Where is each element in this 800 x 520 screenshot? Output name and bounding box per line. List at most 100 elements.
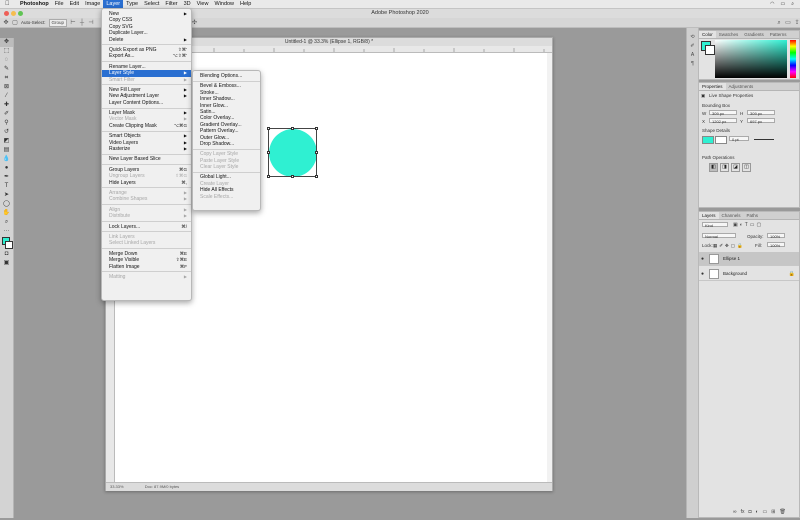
history-brush-tool-icon[interactable]: ↺ — [0, 128, 13, 137]
combine-shapes-icon[interactable]: ◧ — [709, 163, 718, 172]
tab-swatches[interactable]: Swatches — [716, 31, 742, 38]
menu-item-hide-layers[interactable]: Hide Layers ⌘, — [102, 180, 191, 186]
x-field[interactable]: 1202 px — [709, 118, 737, 124]
transform-handle[interactable] — [315, 151, 318, 154]
visibility-eye-icon[interactable]: ● — [701, 271, 704, 277]
menu-file[interactable]: File — [52, 0, 67, 8]
checkbox-icon[interactable]: ▢ — [12, 20, 18, 26]
intersect-shape-icon[interactable]: ◪ — [731, 163, 740, 172]
new-layer-icon[interactable]: ⊞ — [771, 509, 775, 515]
more-tools-icon[interactable]: ··· — [0, 227, 13, 236]
link-layers-icon[interactable]: ∞ — [733, 509, 737, 515]
zoom-level[interactable]: 33.33% — [110, 484, 124, 489]
menu-window[interactable]: Window — [211, 0, 237, 8]
new-group-icon[interactable]: ▭ — [763, 509, 768, 515]
zoom-window-button[interactable] — [18, 11, 23, 16]
menu-select[interactable]: Select — [141, 0, 162, 8]
tab-properties[interactable]: Properties — [699, 83, 726, 90]
move-tool-icon[interactable]: ✥ — [0, 38, 13, 47]
path-select-tool-icon[interactable]: ➤ — [0, 191, 13, 200]
type-tool-icon[interactable]: T — [0, 182, 13, 191]
search-icon[interactable]: ⌕ — [776, 20, 782, 26]
subtract-shape-icon[interactable]: ◨ — [720, 163, 729, 172]
menu-type[interactable]: Type — [123, 0, 141, 8]
wifi-icon[interactable]: ◠ — [770, 1, 774, 7]
lock-icons[interactable]: ▦✐✥▢🔒 — [713, 243, 745, 249]
share-icon[interactable]: ⇪ — [794, 20, 800, 26]
stroke-type-line[interactable] — [754, 139, 774, 140]
workspace-icon[interactable]: ▭ — [785, 20, 791, 26]
quick-select-tool-icon[interactable]: ✎ — [0, 65, 13, 74]
menu-photoshop[interactable]: Photoshop — [17, 0, 52, 8]
menu-edit[interactable]: Edit — [67, 0, 82, 8]
stroke-size-field[interactable]: 0 pt — [729, 136, 749, 142]
healing-brush-tool-icon[interactable]: ✚ — [0, 101, 13, 110]
history-icon[interactable]: ⟲ — [687, 33, 698, 42]
exclude-shape-icon[interactable]: ◫ — [742, 163, 751, 172]
menu-view[interactable]: View — [194, 0, 212, 8]
apple-icon[interactable]:  — [5, 1, 11, 7]
pen-tool-icon[interactable]: ✒ — [0, 173, 13, 182]
eyedropper-tool-icon[interactable]: ⁄ — [0, 92, 13, 101]
hand-tool-icon[interactable]: ✋ — [0, 209, 13, 218]
search-icon[interactable]: ⌕ — [791, 1, 794, 7]
layer-filter-icons[interactable]: ▣◐T▭▢ — [733, 222, 763, 228]
layer-row-ellipse[interactable]: ● Ellipse 1 — [699, 252, 799, 266]
transform-handle[interactable] — [315, 127, 318, 130]
tab-channels[interactable]: Channels — [719, 212, 744, 219]
menu-item-rasterize[interactable]: Rasterize ▶ — [102, 146, 191, 152]
add-mask-icon[interactable]: ◘ — [748, 509, 751, 515]
background-color-swatch[interactable] — [5, 241, 13, 249]
pan-icon[interactable]: ✣ — [192, 20, 198, 26]
menu-item-blending-options[interactable]: Blending Options... — [193, 73, 260, 79]
transform-bounding-box[interactable] — [268, 128, 317, 177]
ellipse-tool-icon[interactable]: ◯ — [0, 200, 13, 209]
frame-tool-icon[interactable]: ⊠ — [0, 83, 13, 92]
hue-slider[interactable] — [790, 40, 796, 78]
menu-item-delete[interactable]: Delete ▶ — [102, 37, 191, 43]
blend-mode-select[interactable]: Normal — [702, 233, 736, 239]
color-field[interactable] — [715, 40, 787, 78]
fill-field[interactable]: 100% — [767, 242, 785, 248]
clone-stamp-tool-icon[interactable]: ⚲ — [0, 119, 13, 128]
add-style-icon[interactable]: fx — [741, 509, 745, 515]
tab-adjustments[interactable]: Adjustments — [726, 83, 757, 90]
stroke-swatch[interactable] — [715, 136, 727, 144]
visibility-eye-icon[interactable]: ● — [701, 256, 704, 262]
brush-tool-icon[interactable]: ✐ — [0, 110, 13, 119]
menu-item-layer-content-options[interactable]: Layer Content Options... — [102, 100, 191, 106]
delete-layer-icon[interactable]: 🗑 — [779, 509, 785, 515]
transform-handle[interactable] — [315, 175, 318, 178]
menu-layer[interactable]: Layer — [103, 0, 124, 8]
menu-item-export-as[interactable]: Export As... ⌥⇧⌘' — [102, 53, 191, 59]
menu-3d[interactable]: 3D — [181, 0, 194, 8]
eraser-tool-icon[interactable]: ◩ — [0, 137, 13, 146]
menu-image[interactable]: Image — [82, 0, 103, 8]
tab-patterns[interactable]: Patterns — [767, 31, 790, 38]
transform-handle[interactable] — [291, 127, 294, 130]
group-select[interactable]: Group — [48, 18, 68, 27]
close-window-button[interactable] — [4, 11, 9, 16]
menu-help[interactable]: Help — [237, 0, 254, 8]
brush-settings-icon[interactable]: ✐ — [687, 42, 698, 51]
menu-item-flatten-image[interactable]: Flatten Image ⌘F — [102, 264, 191, 270]
width-field[interactable]: 309 px — [709, 110, 737, 116]
tab-gradients[interactable]: Gradients — [741, 31, 767, 38]
blur-tool-icon[interactable]: 💧 — [0, 155, 13, 164]
tab-layers[interactable]: Layers — [699, 212, 719, 219]
new-adjustment-icon[interactable]: ◐ — [756, 509, 759, 515]
move-tool-icon[interactable]: ✥ — [3, 20, 9, 26]
marquee-tool-icon[interactable]: ⬚ — [0, 47, 13, 56]
doc-info[interactable]: Doc: 87.9M/0 bytes — [145, 484, 179, 489]
crop-tool-icon[interactable]: ⌗ — [0, 74, 13, 83]
gradient-tool-icon[interactable]: ▤ — [0, 146, 13, 155]
dodge-tool-icon[interactable]: ● — [0, 164, 13, 173]
align-left-icon[interactable]: ⊢ — [70, 20, 76, 26]
paragraph-icon[interactable]: ¶ — [687, 60, 698, 69]
menu-item-new-layer-based-slice[interactable]: New Layer Based Slice — [102, 156, 191, 162]
minimize-window-button[interactable] — [11, 11, 16, 16]
transform-handle[interactable] — [267, 151, 270, 154]
tab-color[interactable]: Color — [699, 31, 716, 38]
transform-handle[interactable] — [267, 175, 270, 178]
background-color-swatch[interactable] — [705, 45, 715, 55]
